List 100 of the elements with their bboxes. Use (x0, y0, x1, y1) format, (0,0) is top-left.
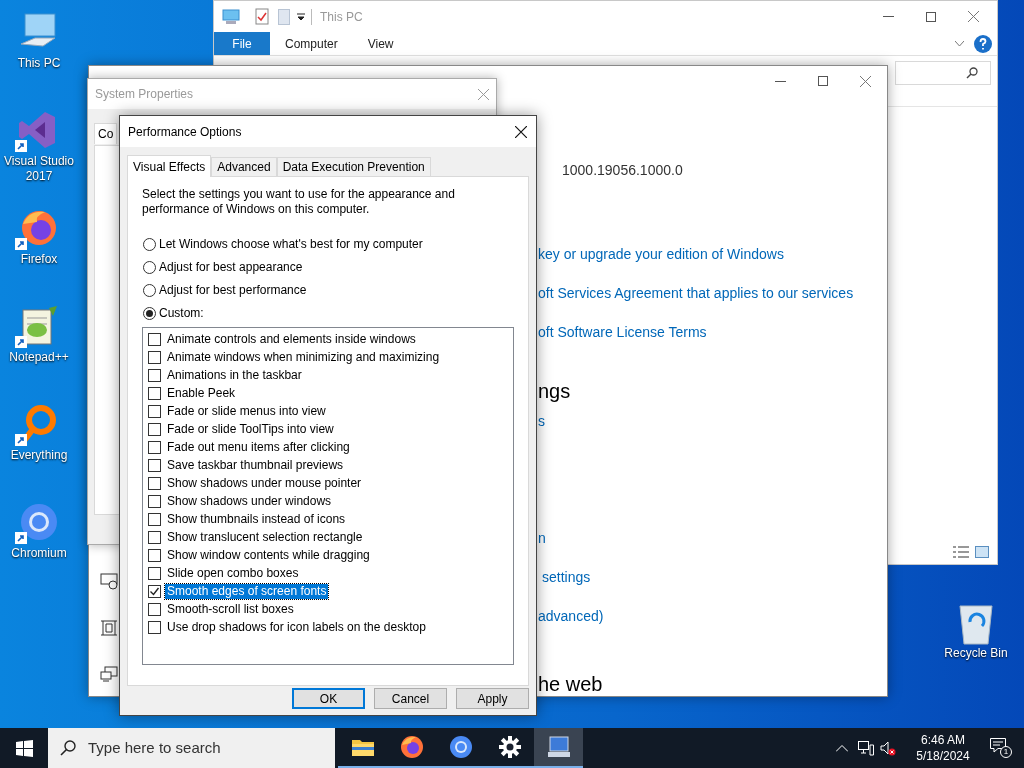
checkbox[interactable] (148, 332, 161, 346)
checkbox[interactable] (148, 404, 161, 418)
checkbox[interactable] (148, 422, 161, 436)
display-icon[interactable] (100, 572, 118, 590)
ribbon-tab[interactable]: File (214, 32, 270, 55)
checkbox[interactable] (148, 476, 161, 490)
effect-option[interactable]: Slide open combo boxes (165, 565, 301, 581)
desktop-icon-label[interactable]: Everything (1, 448, 77, 463)
clock[interactable]: 6:46 AM 5/18/2024 (908, 732, 978, 764)
desktop-icon-label[interactable]: This PC (1, 56, 77, 71)
firefox-icon (399, 735, 424, 759)
taskbar-search-field[interactable]: Type here to search (48, 728, 335, 768)
tiles-view-icon[interactable] (975, 546, 989, 558)
checkbox[interactable] (148, 458, 161, 472)
effect-option[interactable]: Show window contents while dragging (165, 547, 372, 563)
effect-option[interactable]: Fade or slide menus into view (165, 403, 328, 419)
dialog-tab[interactable]: Visual Effects (127, 155, 212, 177)
settings-link[interactable]: key or upgrade your edition of Windows (538, 244, 784, 264)
checkbox[interactable] (148, 386, 161, 400)
monitors-icon[interactable] (100, 666, 118, 682)
dialog-tab[interactable]: Advanced (211, 157, 277, 176)
effect-option[interactable]: Enable Peek (165, 385, 238, 401)
ribbon-tab[interactable]: View (352, 32, 409, 55)
chromium-icon (448, 735, 473, 759)
checkbox[interactable] (148, 440, 161, 454)
effect-option[interactable]: Show thumbnails instead of icons (165, 511, 348, 527)
window-title: System Properties (95, 86, 194, 103)
radio-option[interactable]: Adjust for best appearance (142, 258, 303, 276)
search-icon (60, 740, 76, 756)
folder-icon (350, 737, 375, 757)
settings-link[interactable]: settings (542, 567, 591, 587)
ribbon-tab[interactable]: Computer (270, 32, 353, 55)
minimize-icon[interactable] (775, 80, 786, 82)
search-field[interactable] (895, 61, 991, 85)
effect-option[interactable]: Fade or slide ToolTips into view (165, 421, 336, 437)
checkbox[interactable] (148, 494, 161, 508)
settings-icon (498, 736, 521, 758)
document-icon (278, 8, 290, 25)
dialog-button[interactable]: OK (292, 688, 365, 709)
settings-link[interactable]: n (538, 528, 546, 548)
effect-option[interactable]: Animate windows when minimizing and maximizing (165, 349, 442, 365)
dialog-button[interactable]: Apply (456, 688, 529, 709)
desktop-icon-label[interactable]: Notepad++ (1, 350, 77, 365)
effect-option[interactable]: Show shadows under mouse pointer (165, 475, 364, 491)
windows-start-icon[interactable] (15, 739, 33, 757)
desktop-icon-label[interactable]: Recycle Bin (944, 646, 1008, 661)
checklist-icon (255, 8, 269, 25)
section-heading: he web (538, 674, 603, 694)
settings-link[interactable]: oft Services Agreement that applies to our services (538, 283, 854, 303)
effect-option[interactable]: Smooth edges of screen fonts (165, 583, 329, 599)
effect-option[interactable]: Smooth-scroll list boxes (165, 601, 296, 617)
effect-option[interactable]: Fade out menu items after clicking (165, 439, 352, 455)
effect-option[interactable]: Use drop shadows for icon labels on the desktop (165, 619, 428, 635)
dropdown-icon[interactable] (297, 12, 305, 21)
effect-option[interactable]: Animations in the taskbar (165, 367, 304, 383)
checkbox[interactable] (148, 530, 161, 544)
chevron-icon[interactable] (955, 40, 964, 47)
checkbox[interactable] (148, 620, 161, 634)
checkbox[interactable] (148, 350, 161, 364)
muted-speaker-icon[interactable] (880, 740, 896, 756)
checkbox[interactable] (148, 602, 161, 616)
checkbox[interactable] (148, 584, 161, 598)
help-icon[interactable] (974, 34, 992, 53)
maximize-icon[interactable] (818, 76, 828, 86)
checkbox[interactable] (148, 548, 161, 562)
effect-option[interactable]: Animate controls and elements inside windows (165, 331, 418, 347)
computer-icon (222, 8, 240, 25)
effect-option[interactable]: Save taskbar thumbnail previews (165, 457, 346, 473)
close-icon[interactable] (515, 125, 527, 138)
window-title: This PC (320, 8, 363, 26)
effect-option[interactable]: Show translucent selection rectangle (165, 529, 365, 545)
desktop-icon-label[interactable]: Chromium (1, 546, 77, 561)
notification-icon (990, 738, 1006, 753)
dialog-tab[interactable]: Data Execution Prevention (276, 157, 431, 176)
computer-icon (545, 735, 572, 759)
details-view-icon[interactable] (953, 546, 969, 558)
settings-link[interactable]: oft Software License Terms (538, 322, 707, 342)
settings-link[interactable]: s (538, 411, 545, 431)
dialog-tab[interactable]: Co (94, 123, 118, 144)
network-icon[interactable] (858, 740, 874, 756)
notification-count: 1 (1000, 746, 1012, 758)
settings-link[interactable]: advanced) (538, 606, 604, 626)
radio-option[interactable]: Custom: (142, 304, 204, 322)
effect-option[interactable]: Show shadows under windows (165, 493, 334, 509)
desktop-icon-label[interactable]: Firefox (1, 252, 77, 267)
version-text: 1000.19056.1000.0 (562, 161, 683, 180)
taskbar-button[interactable] (534, 728, 583, 768)
maximize-icon[interactable] (926, 11, 936, 22)
frame-icon[interactable] (100, 620, 118, 636)
checkbox[interactable] (148, 368, 161, 382)
notification-button[interactable]: 1 (990, 738, 1012, 758)
checkbox[interactable] (148, 566, 161, 580)
section-heading: ngs (538, 381, 571, 401)
checkbox[interactable] (148, 512, 161, 526)
chevron-up-icon[interactable] (836, 744, 848, 752)
window-title: Performance Options (128, 123, 242, 141)
radio-option[interactable]: Let Windows choose what's best for my computer (142, 235, 423, 253)
dialog-button[interactable]: Cancel (374, 688, 447, 709)
radio-option[interactable]: Adjust for best performance (142, 281, 307, 299)
desktop-icon-label[interactable]: Visual Studio 2017 (1, 154, 77, 184)
